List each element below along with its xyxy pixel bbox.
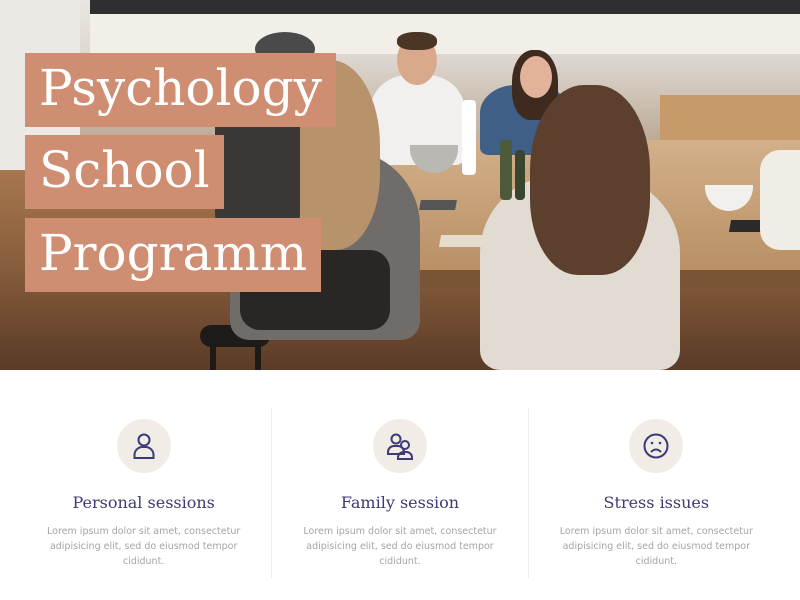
- hero-banner: Psychology School Programm: [0, 0, 800, 370]
- feature-title: Stress issues: [603, 493, 710, 512]
- feature-title: Personal sessions: [72, 493, 215, 512]
- feature-description: Lorem ipsum dolor sit amet, consectetur …: [303, 526, 497, 567]
- hero-title-line-3: Programm: [25, 218, 322, 292]
- feature-title: Family session: [340, 493, 460, 512]
- hero-title-line-1: Psychology: [25, 53, 336, 127]
- person-icon: [116, 419, 171, 473]
- feature-stress-issues: Stress issues Lorem ipsum dolor sit amet…: [527, 408, 784, 578]
- feature-personal-sessions: Personal sessions Lorem ipsum dolor sit …: [16, 408, 271, 578]
- hero-title-line-2: School: [25, 135, 224, 209]
- sad-face-icon: [629, 419, 684, 473]
- group-icon: [372, 419, 427, 473]
- features-section: Personal sessions Lorem ipsum dolor sit …: [16, 408, 784, 578]
- feature-family-session: Family session Lorem ipsum dolor sit ame…: [271, 408, 527, 578]
- feature-description: Lorem ipsum dolor sit amet, consectetur …: [47, 526, 241, 567]
- feature-description: Lorem ipsum dolor sit amet, consectetur …: [559, 526, 753, 567]
